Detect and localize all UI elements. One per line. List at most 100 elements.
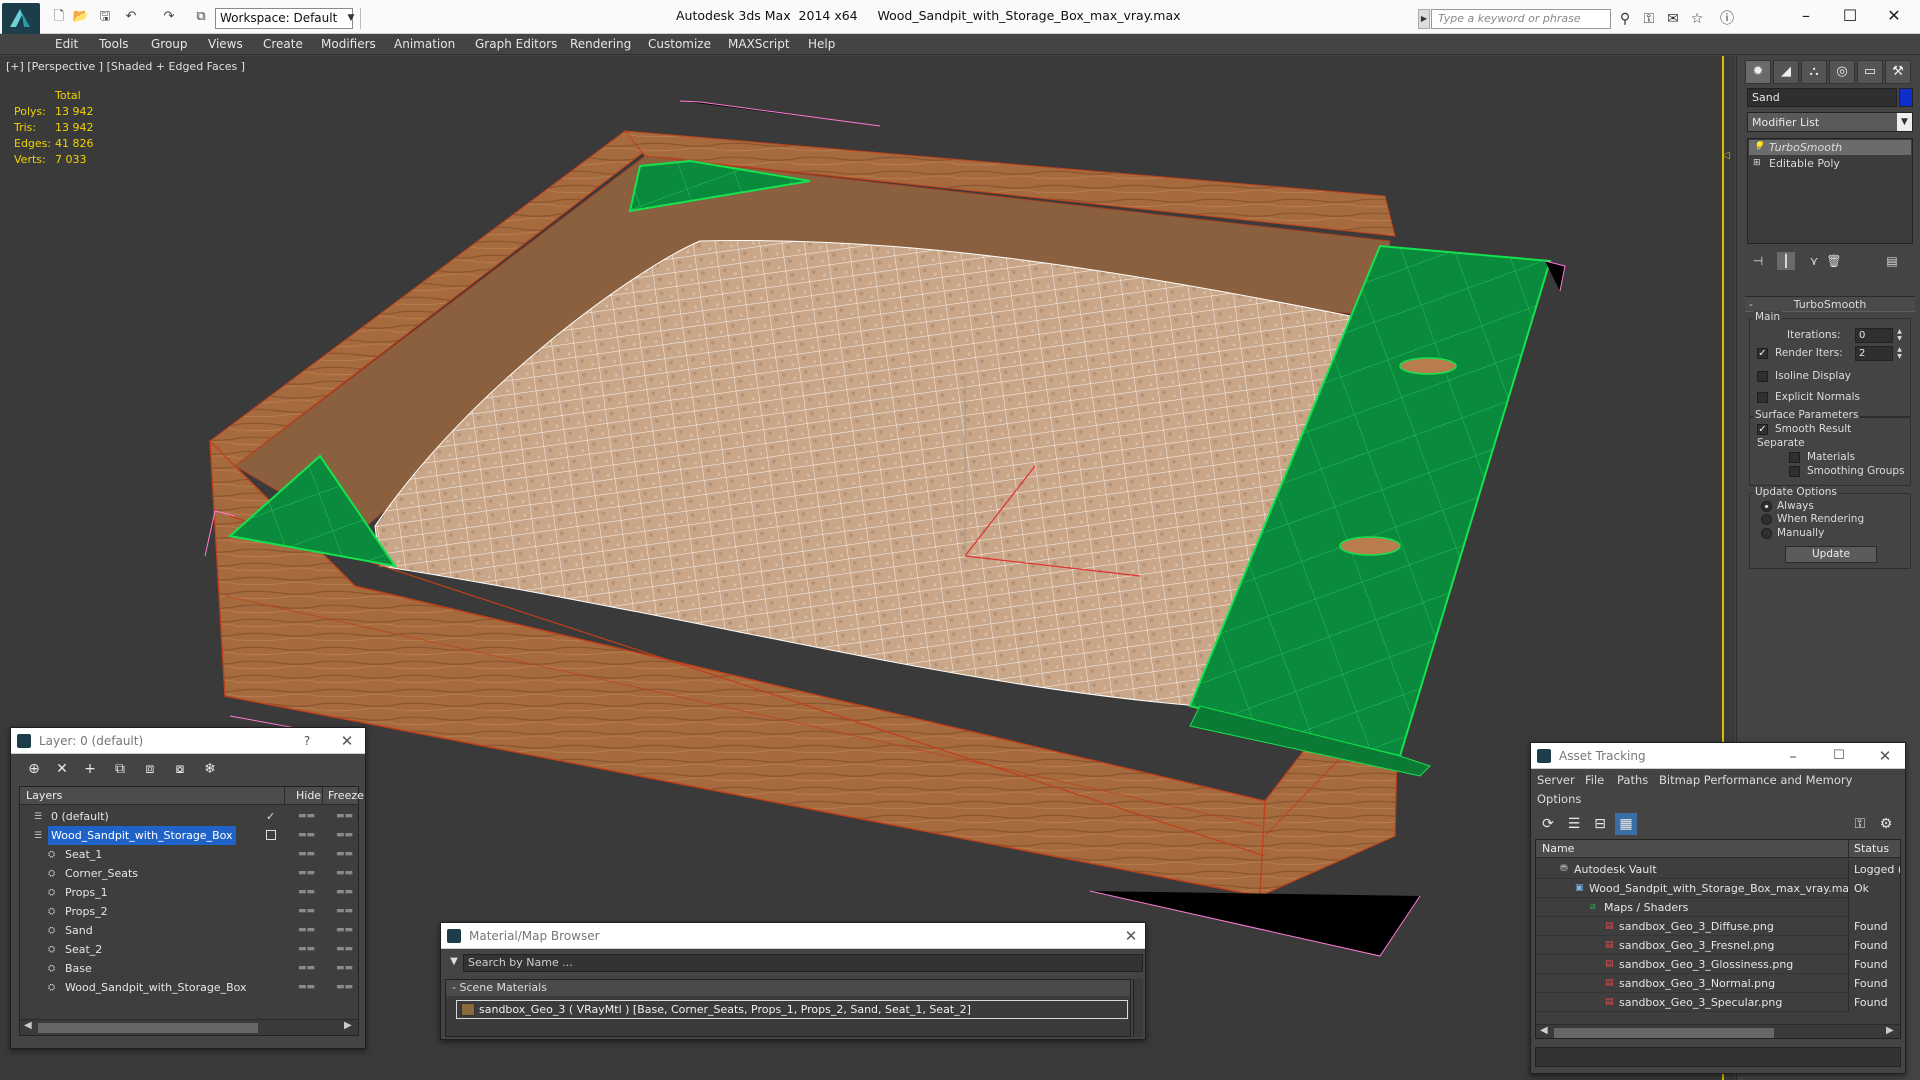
asset-row[interactable]: ⛃ Autodesk Vault Logged ( [1536, 860, 1900, 879]
vault-settings-icon[interactable]: ⚙ [1875, 813, 1897, 835]
undo-icon[interactable]: ↶ [122, 9, 140, 25]
render-iters-checkbox[interactable]: ✓ [1757, 348, 1768, 359]
menu-edit[interactable]: Edit [55, 34, 78, 55]
menu-views[interactable]: Views [208, 34, 243, 55]
open-file-icon[interactable]: 📂 [72, 9, 90, 25]
dialog-title-bar[interactable]: Material/Map Browser [441, 923, 1145, 949]
asset-menu-options[interactable]: Options [1537, 792, 1581, 806]
column-name[interactable]: Name [1542, 840, 1574, 858]
show-end-result-icon[interactable]: ┃ [1777, 252, 1795, 270]
search-expand-icon[interactable]: ▶ [1418, 9, 1430, 29]
asset-row[interactable]: ▤ sandbox_Geo_3_Glossiness.png Found [1536, 955, 1900, 974]
panel-collapse-icon[interactable]: ◁ [1722, 150, 1730, 161]
highlight-layer-icon[interactable]: ⧈ [139, 758, 161, 780]
explicit-normals-checkbox[interactable] [1757, 392, 1768, 403]
layer-row[interactable]: ⛭ Seat_1 ▬▬ ▬▬ [20, 845, 358, 864]
menu-animation[interactable]: Animation [394, 34, 455, 55]
layer-row[interactable]: ⛭ Seat_2 ▬▬ ▬▬ [20, 940, 358, 959]
layer-row[interactable]: ⛭ Sand ▬▬ ▬▬ [20, 921, 358, 940]
close-icon[interactable]: ✕ [1875, 746, 1895, 766]
scroll-right-icon[interactable]: ▶ [344, 1020, 352, 1031]
chevron-down-icon[interactable]: ▼ [344, 8, 358, 29]
modify-tab-icon[interactable]: ◢ [1773, 60, 1799, 84]
search-input[interactable]: Type a keyword or phrase [1431, 9, 1611, 29]
rollout-header[interactable]: - TurboSmooth [1745, 296, 1915, 312]
hide-toggle[interactable]: ▬▬ [298, 807, 315, 826]
layer-row[interactable]: ⛭ Wood_Sandpit_with_Storage_Box ▬▬ ▬▬ [20, 978, 358, 997]
list-view-icon[interactable]: ☰ [1563, 813, 1585, 835]
utilities-tab-icon[interactable]: ⚒ [1885, 60, 1911, 84]
asset-row[interactable]: ▤ sandbox_Geo_3_Normal.png Found [1536, 974, 1900, 993]
object-color-swatch[interactable] [1899, 88, 1913, 107]
freeze-toggle[interactable]: ▬▬ [336, 921, 353, 940]
scroll-left-icon[interactable]: ◀ [1540, 1025, 1548, 1036]
make-unique-icon[interactable]: ⋎ [1805, 252, 1823, 270]
new-file-icon[interactable]: 🗋 [50, 9, 68, 25]
modifier-list-dropdown[interactable]: Modifier List [1747, 112, 1913, 132]
layer-row[interactable]: ⛭ Props_2 ▬▬ ▬▬ [20, 902, 358, 921]
lightbulb-icon[interactable]: 💡 [1753, 142, 1764, 152]
add-to-layer-icon[interactable]: + [79, 758, 101, 780]
workspace-dropdown[interactable]: Workspace: Default [215, 8, 353, 29]
spinner-arrows-icon[interactable]: ▲ ▼ [1895, 328, 1904, 343]
menu-customize[interactable]: Customize [648, 34, 711, 55]
render-iters-spinner[interactable]: 2 [1855, 346, 1893, 361]
collapse-minus-icon[interactable]: - [1749, 297, 1753, 312]
object-name-field[interactable]: Sand [1747, 88, 1897, 107]
freeze-toggle[interactable]: ▬▬ [336, 978, 353, 997]
project-folder-icon[interactable]: ⧉ [192, 9, 210, 25]
tree-view-icon[interactable]: ⊟ [1589, 813, 1611, 835]
layer-row[interactable]: ☰ 0 (default) ✓ ▬▬ ▬▬ [20, 807, 358, 826]
material-search-input[interactable]: Search by Name ... [463, 954, 1143, 972]
create-layer-icon[interactable]: ⊕ [23, 758, 45, 780]
hide-toggle[interactable]: ▬▬ [298, 864, 315, 883]
spinner-arrows-icon[interactable]: ▲ ▼ [1895, 346, 1904, 361]
freeze-toggle[interactable]: ▬▬ [336, 940, 353, 959]
hide-toggle[interactable]: ▬▬ [298, 902, 315, 921]
asset-menu-paths[interactable]: Paths [1617, 773, 1648, 787]
always-radio[interactable] [1761, 501, 1772, 512]
freeze-toggle[interactable]: ▬▬ [336, 807, 353, 826]
minimize-icon[interactable]: – [1783, 746, 1803, 766]
asset-path-field[interactable] [1535, 1047, 1901, 1067]
material-item[interactable]: sandbox_Geo_3 ( VRayMtl ) [Base, Corner_… [456, 1000, 1128, 1019]
freeze-toggle[interactable]: ▬▬ [336, 902, 353, 921]
menu-modifiers[interactable]: Modifiers [321, 34, 376, 55]
hide-toggle[interactable]: ▬▬ [298, 883, 315, 902]
hide-all-icon[interactable]: ⧇ [169, 758, 191, 780]
hide-toggle[interactable]: ▬▬ [298, 845, 315, 864]
scroll-left-icon[interactable]: ◀ [24, 1020, 32, 1031]
asset-menu-server[interactable]: Server [1537, 773, 1575, 787]
table-view-icon[interactable]: ▦ [1615, 813, 1637, 835]
scene-materials-header[interactable]: - Scene Materials [446, 980, 1130, 996]
menu-maxscript[interactable]: MAXScript [728, 34, 790, 55]
column-hide[interactable]: Hide [296, 787, 321, 805]
column-freeze[interactable]: Freeze [328, 787, 364, 805]
remove-modifier-icon[interactable]: 🗑 [1825, 252, 1843, 270]
communication-icon[interactable]: ✉ [1664, 10, 1682, 28]
vertical-scrollbar[interactable] [1133, 979, 1143, 1037]
iterations-spinner[interactable]: 0 [1855, 328, 1893, 343]
hide-toggle[interactable]: ▬▬ [298, 826, 315, 845]
asset-row[interactable]: ▤ sandbox_Geo_3_Fresnel.png Found [1536, 936, 1900, 955]
smoothing-groups-checkbox[interactable] [1789, 466, 1800, 477]
menu-group[interactable]: Group [151, 34, 188, 55]
smooth-result-checkbox[interactable]: ✓ [1757, 424, 1768, 435]
column-layers[interactable]: Layers [26, 787, 62, 805]
freeze-toggle[interactable]: ▬▬ [336, 826, 353, 845]
configure-sets-icon[interactable]: ▤ [1883, 252, 1901, 270]
layer-row[interactable]: ☰ Wood_Sandpit_with_Storage_Box ▬▬ ▬▬ [20, 826, 358, 845]
menu-tools[interactable]: Tools [99, 34, 129, 55]
maximize-icon[interactable]: ☐ [1828, 4, 1872, 28]
select-objects-icon[interactable]: ⧉ [109, 758, 131, 780]
minimize-icon[interactable]: – [1784, 4, 1828, 28]
subscription-icon[interactable]: ⚿ [1640, 10, 1658, 28]
stack-item-editable-poly[interactable]: ⊞ Editable Poly [1749, 156, 1911, 171]
layer-row[interactable]: ⛭ Props_1 ▬▬ ▬▬ [20, 883, 358, 902]
favorites-star-icon[interactable]: ☆ [1688, 10, 1706, 28]
create-tab-icon[interactable]: ✹ [1745, 60, 1771, 84]
hide-toggle[interactable]: ▬▬ [298, 921, 315, 940]
asset-row[interactable]: ▣ Wood_Sandpit_with_Storage_Box_max_vray.… [1536, 879, 1900, 898]
manually-radio[interactable] [1761, 528, 1772, 539]
update-button[interactable]: Update [1785, 546, 1877, 563]
